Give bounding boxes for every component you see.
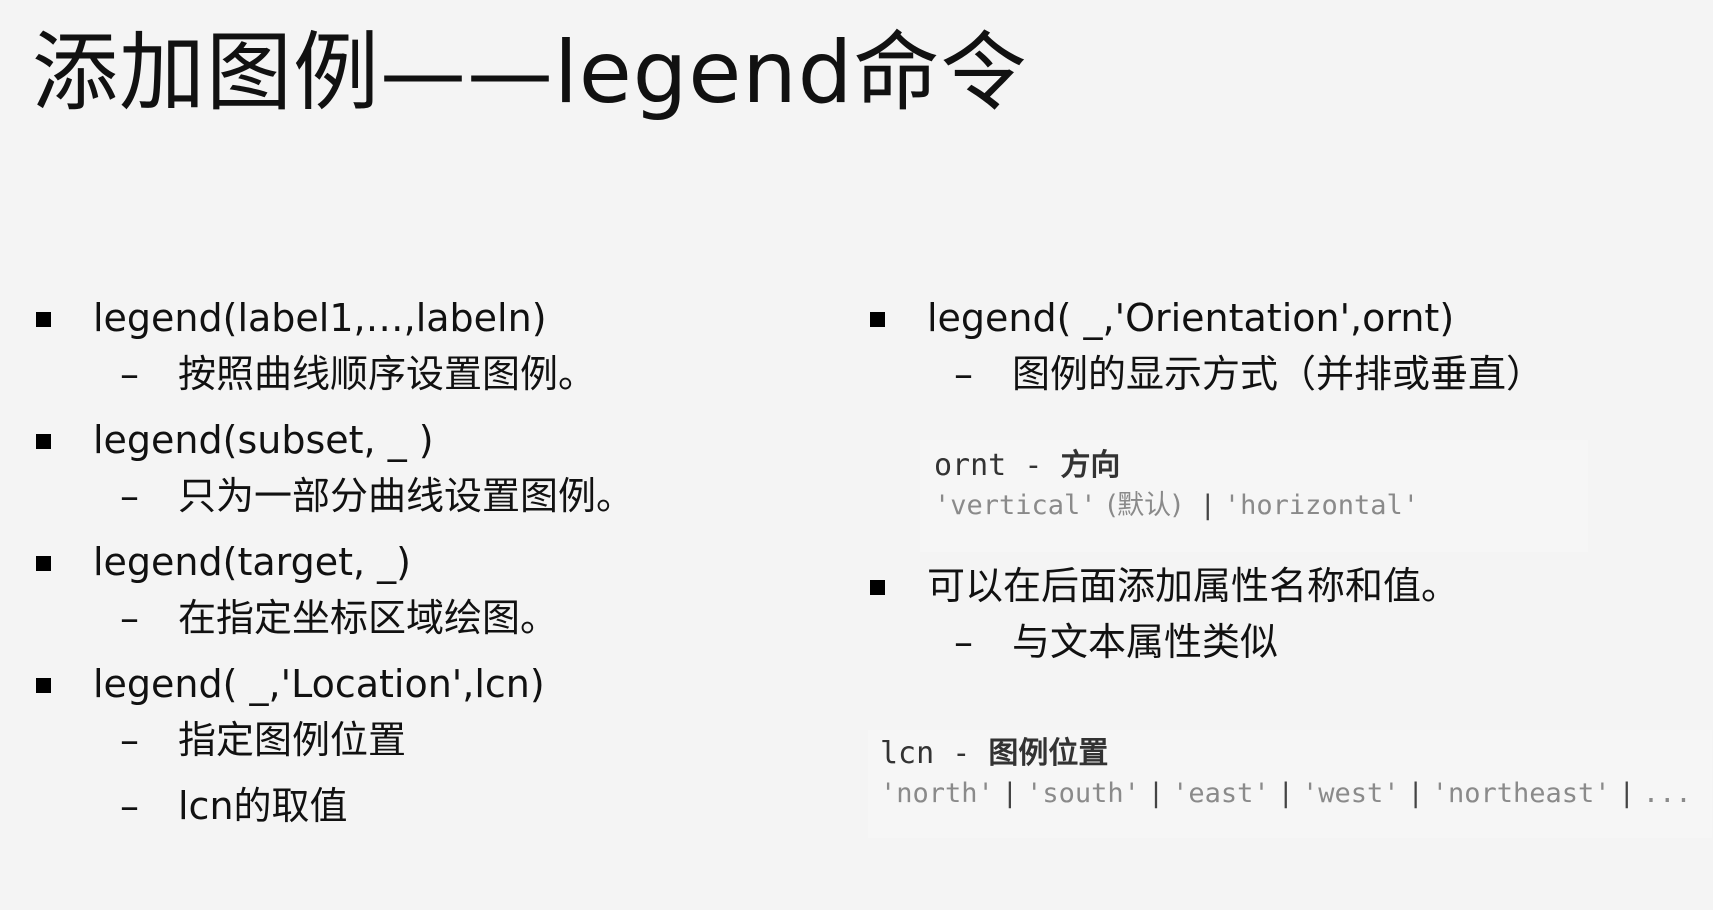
lcn-value: 'south'	[1026, 778, 1140, 809]
lcn-desc: 图例位置	[988, 736, 1109, 771]
sub-text: 只为一部分曲线设置图例。	[178, 474, 635, 518]
bullet-item: legend( _,'Orientation',ornt)	[864, 290, 1684, 346]
bullet-text: 可以在后面添加属性名称和值。	[927, 564, 1460, 608]
bullet-square-icon	[36, 434, 51, 449]
sub-text: 图例的显示方式（并排或垂直）	[1012, 352, 1545, 396]
bullet-text: legend( _,'Orientation',ornt)	[927, 296, 1455, 340]
bullet-text: legend(subset, _ )	[93, 418, 434, 462]
sub-item: – 只为一部分曲线设置图例。	[30, 468, 850, 534]
lcn-values: 'north' |'south' |'east' |'west' |'northeast…	[880, 778, 1692, 809]
sub-text: 与文本属性类似	[1012, 620, 1279, 664]
lcn-value: 'northeast'	[1431, 778, 1611, 809]
dash-icon: –	[120, 596, 139, 640]
bullet-item: legend(target, _)	[30, 534, 850, 590]
sub-text: 指定图例位置	[178, 718, 407, 762]
bullet-text: legend(target, _)	[93, 540, 411, 584]
ornt-doc-box: ornt - 方向 'vertical' (默认) |'horizontal'	[920, 440, 1588, 552]
sub-item: – 与文本属性类似	[864, 614, 1684, 680]
lcn-value: 'east'	[1172, 778, 1270, 809]
lcn-name: lcn	[880, 736, 935, 771]
sub-text: 按照曲线顺序设置图例。	[178, 352, 597, 396]
dash-icon: –	[120, 474, 139, 518]
ornt-values: 'vertical' (默认) |'horizontal'	[934, 490, 1419, 521]
lcn-ellipsis: ...	[1642, 778, 1692, 809]
ornt-default-note: (默认)	[1106, 490, 1182, 521]
bullet-item: legend(label1,…,labeln)	[30, 290, 850, 346]
lcn-doc-box: lcn - 图例位置 'north' |'south' |'east' |'west'…	[868, 730, 1712, 838]
ornt-value-horizontal: 'horizontal'	[1223, 490, 1419, 521]
sub-item: – 按照曲线顺序设置图例。	[30, 346, 850, 412]
bullet-item: 可以在后面添加属性名称和值。	[864, 558, 1684, 614]
bullet-square-icon	[870, 580, 885, 595]
bullet-item: legend( _,'Location',lcn)	[30, 656, 850, 712]
bullet-text: legend(label1,…,labeln)	[93, 296, 547, 340]
lcn-heading: lcn - 图例位置	[880, 736, 1109, 771]
sub-text: lcn的取值	[178, 784, 348, 828]
dash-icon: –	[120, 352, 139, 396]
lcn-value: 'west'	[1301, 778, 1400, 809]
dash-icon: –	[120, 784, 139, 828]
bullet-item: legend(subset, _ )	[30, 412, 850, 468]
right-column: legend( _,'Orientation',ornt) – 图例的显示方式（…	[864, 290, 1684, 412]
bullet-text: legend( _,'Location',lcn)	[93, 662, 545, 706]
sub-text: 在指定坐标区域绘图。	[178, 596, 559, 640]
lcn-value: 'north'	[880, 778, 994, 809]
dash-icon: –	[120, 718, 139, 762]
sub-item: – 图例的显示方式（并排或垂直）	[864, 346, 1684, 412]
sub-item: – lcn的取值	[30, 778, 850, 844]
ornt-value-vertical: 'vertical'	[934, 490, 1097, 521]
right-column-lower: 可以在后面添加属性名称和值。 – 与文本属性类似	[864, 558, 1684, 680]
sub-item: – 在指定坐标区域绘图。	[30, 590, 850, 656]
ornt-heading: ornt - 方向	[934, 448, 1121, 483]
left-column: legend(label1,…,labeln) – 按照曲线顺序设置图例。 le…	[30, 290, 850, 844]
ornt-desc: 方向	[1060, 448, 1121, 483]
slide-title: 添加图例——legend命令	[32, 23, 1028, 123]
bullet-square-icon	[36, 312, 51, 327]
ornt-name: ornt	[934, 448, 1007, 483]
bullet-square-icon	[36, 678, 51, 693]
bullet-square-icon	[36, 556, 51, 571]
dash-icon: –	[954, 620, 973, 664]
bullet-square-icon	[870, 312, 885, 327]
sub-item: – 指定图例位置	[30, 712, 850, 778]
dash-icon: –	[954, 352, 973, 396]
